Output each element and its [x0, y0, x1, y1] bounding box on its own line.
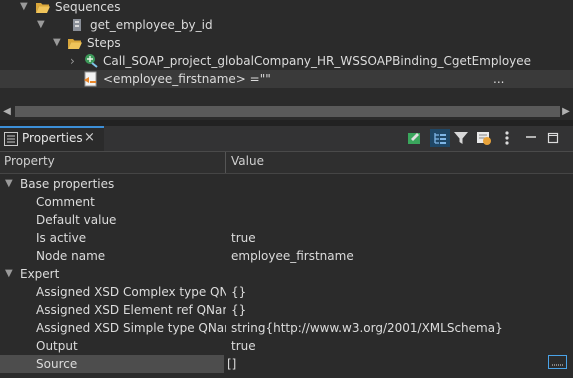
show-categories-icon[interactable] [430, 129, 450, 147]
property-name: Default value [36, 213, 117, 227]
property-value[interactable]: true [231, 229, 256, 247]
edit-value-button[interactable] [548, 355, 567, 369]
chevron-down-icon[interactable]: ▼ [5, 175, 13, 193]
tree-item-label: Sequences [55, 0, 121, 14]
property-name: Output [36, 339, 78, 353]
chevron-down-icon[interactable]: ▼ [37, 16, 45, 34]
property-row[interactable]: Assigned XSD Simple type QName string{ht… [0, 319, 573, 337]
property-value[interactable]: {} [231, 301, 246, 319]
property-value[interactable]: [] [227, 355, 236, 373]
pin-icon[interactable] [407, 130, 423, 146]
property-row[interactable]: Is active true [0, 229, 573, 247]
tree-item-label: get_employee_by_id [90, 18, 213, 32]
chevron-down-icon[interactable]: ▼ [53, 34, 61, 52]
chevron-down-icon[interactable]: ▼ [5, 265, 13, 283]
property-row[interactable]: Output true [0, 337, 573, 355]
property-row[interactable]: Default value [0, 211, 573, 229]
property-name: Is active [36, 231, 87, 245]
chevron-down-icon[interactable]: ▼ [20, 0, 28, 16]
property-name: Source [36, 357, 78, 371]
tree-item-steps[interactable]: ▼ Steps [0, 34, 573, 52]
view-menu-icon[interactable] [503, 130, 511, 146]
group-row-expert[interactable]: ▼ Expert [0, 265, 573, 283]
property-row[interactable]: Comment [0, 193, 573, 211]
property-name: Node name [36, 249, 106, 263]
properties-tabbar: Properties × [0, 126, 573, 152]
property-value[interactable]: {} [231, 283, 246, 301]
filter-icon[interactable] [453, 130, 469, 146]
scroll-left-icon[interactable]: ◀ [0, 103, 14, 120]
property-row[interactable]: Assigned XSD Element ref QName {} [0, 301, 573, 319]
tree-item-label: Call_SOAP_project_globalCompany_HR_WSSOA… [103, 54, 532, 68]
tree-item-element-step[interactable]: <employee_firstname> ="" ... [0, 70, 573, 88]
property-value[interactable]: string{http://www.w3.org/2001/XMLSchema} [231, 319, 503, 337]
property-name: Assigned XSD Element ref QName [36, 303, 226, 317]
property-row[interactable]: Node name employee_firstname [0, 247, 573, 265]
tree-item-more[interactable]: ... [493, 70, 504, 88]
maximize-icon[interactable] [545, 130, 561, 146]
horizontal-scrollbar[interactable]: ◀ ▶ [0, 103, 573, 120]
project-tree: ▼ Sequences ▼ get_employee_by_id ▼ Steps… [0, 0, 573, 103]
property-grid: ▼ Base properties Comment Default value … [0, 174, 573, 378]
scroll-thumb[interactable] [15, 106, 560, 117]
tree-item-sequences[interactable]: ▼ Sequences [0, 0, 573, 16]
property-row[interactable]: Assigned XSD Complex type QName {} [0, 283, 573, 301]
element-step-icon [83, 71, 99, 92]
group-label: Expert [20, 267, 60, 281]
group-row-base-properties[interactable]: ▼ Base properties [0, 175, 573, 193]
property-name: Assigned XSD Simple type QName [36, 321, 226, 335]
tree-item-label: Steps [87, 36, 121, 50]
property-row-selected[interactable]: Source [] [0, 355, 573, 373]
column-header-property[interactable]: Property [4, 154, 55, 168]
property-value[interactable]: true [231, 337, 256, 355]
group-label: Base properties [20, 177, 115, 191]
property-name: Assigned XSD Complex type QName [36, 285, 226, 299]
close-icon[interactable]: × [84, 130, 95, 145]
column-header-value[interactable]: Value [231, 154, 264, 168]
property-name: Comment [36, 195, 95, 209]
tree-item-soap-call[interactable]: › Call_SOAP_project_globalCompany_HR_WSS… [0, 52, 573, 70]
tree-item-sequence[interactable]: ▼ get_employee_by_id [0, 16, 573, 34]
minimize-icon[interactable] [523, 130, 539, 146]
chevron-right-icon[interactable]: › [70, 52, 75, 70]
scroll-right-icon[interactable]: ▶ [559, 103, 573, 120]
property-table-header: Property Value [0, 152, 573, 174]
restore-default-icon[interactable] [476, 130, 492, 146]
properties-icon [4, 132, 18, 149]
tree-item-label: <employee_firstname> ="" [103, 72, 271, 86]
tab-properties[interactable]: Properties × [0, 126, 104, 151]
tab-label: Properties [22, 131, 83, 145]
property-value[interactable]: employee_firstname [231, 247, 354, 265]
column-divider[interactable] [225, 152, 226, 173]
